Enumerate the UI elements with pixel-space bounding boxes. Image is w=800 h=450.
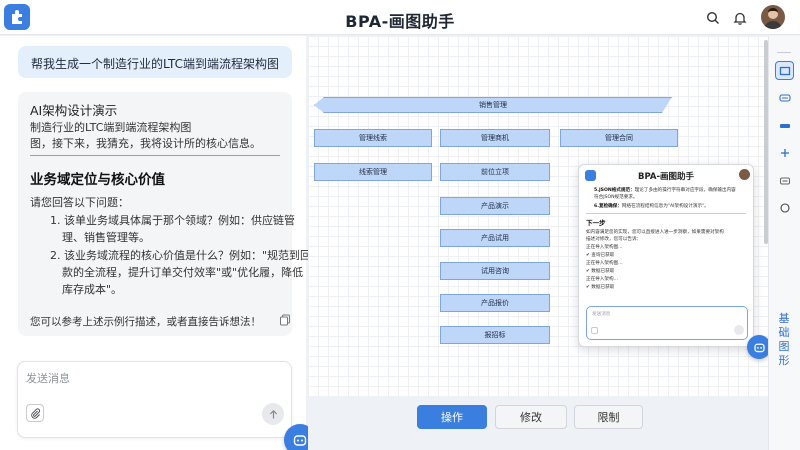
assistant-reply: AI架构设计演示 制造行业的LTC端到端流程架构图 图，接下来，我猜充，我将设计… xyxy=(18,92,311,336)
reply-title: AI架构设计演示 xyxy=(30,103,118,118)
app-header: BPA-画图助手 xyxy=(0,0,800,35)
popup-attach-button[interactable] xyxy=(591,327,598,334)
toolbar-separator xyxy=(777,52,791,53)
send-button[interactable] xyxy=(262,403,284,425)
app-title: BPA-画图助手 xyxy=(345,12,455,31)
diagram-node[interactable]: 报招标 xyxy=(440,326,550,344)
popup-text: 符合JSON规范要求。 xyxy=(594,195,638,200)
popup-step: ✔ 数据已获取 xyxy=(586,269,615,274)
popup-avatar xyxy=(739,169,750,180)
popup-text: 6.复检确保：网络在流程结构信息为"AI架构设计演示"。 xyxy=(594,204,709,209)
bell-icon[interactable] xyxy=(731,9,749,27)
diagram-node[interactable]: 管理线索 xyxy=(314,129,432,147)
diagram-node[interactable]: 产品演示 xyxy=(440,197,550,215)
search-icon[interactable] xyxy=(704,9,722,27)
reply-heading: 业务域定位与核心价值 xyxy=(30,172,165,188)
minus-icon xyxy=(779,177,790,184)
reply-question: 款的全流程，提升订单交付效率"或"优化履，降低 xyxy=(62,266,304,279)
bar-tool-button[interactable] xyxy=(775,116,794,135)
assistant-popup: BPA-画图助手 5.JSON格式规范：理论了多由的操行字符串对应字段，确保输出… xyxy=(578,164,754,347)
restrict-button[interactable]: 限制 xyxy=(574,405,643,429)
circle-icon xyxy=(779,202,790,213)
user-message: 帮我生成一个制造行业的LTC端到端流程架构图 xyxy=(18,46,292,78)
popup-step: 正在导入架构... xyxy=(586,277,618,282)
rectangle-tool-button[interactable] xyxy=(775,61,794,80)
robot-icon xyxy=(753,343,765,352)
chat-panel: 帮我生成一个制造行业的LTC端到端流程架构图 AI架构设计演示 制造行业的LTC… xyxy=(0,36,311,450)
arrow-up-icon xyxy=(269,409,277,418)
diagram-node[interactable]: 前位立项 xyxy=(440,163,550,181)
diagram-node[interactable]: 管理合同 xyxy=(560,129,678,147)
user-avatar[interactable] xyxy=(761,5,785,29)
popup-input-placeholder: 发送消息 xyxy=(592,312,611,317)
reply-line: 图，接下来，我猜充，我将设计所的核心信息。 xyxy=(30,137,261,150)
popup-step: 正在导入架构图... xyxy=(586,245,623,250)
popup-heading: 下一步 xyxy=(586,219,606,227)
popup-step: ✔ 数据已获取 xyxy=(586,285,615,290)
reply-prompt: 请您回答以下问题： xyxy=(30,196,129,209)
reply-question: 理、销售管理等。 xyxy=(62,231,150,244)
paperclip-icon xyxy=(30,407,40,419)
attach-button[interactable] xyxy=(26,404,44,422)
diagram-banner-node[interactable]: 销售管理 xyxy=(314,97,672,113)
robot-icon xyxy=(293,435,307,446)
popup-text: 5.JSON格式规范：理论了多由的操行字符串对应字段，确保输出内容 xyxy=(594,188,736,193)
basic-shapes-tab[interactable]: 基础图形 xyxy=(777,312,791,368)
popup-text: 如内容满足您的实现，您可以直接进入进一步洞察，如果需要对架构 xyxy=(586,230,724,235)
canvas-scrollbar[interactable] xyxy=(764,40,768,244)
popup-step: 正在导入架构图... xyxy=(586,261,623,266)
reply-footer: 您可以参考上述示例行描述，或者直接告诉想法！ xyxy=(30,316,261,328)
reply-line: 制造行业的LTC端到端流程架构图 xyxy=(30,121,192,134)
popup-step: ✔ 查询已获取 xyxy=(586,253,615,258)
chat-input-box xyxy=(17,361,292,438)
operate-button[interactable]: 操作 xyxy=(417,405,487,429)
reply-question: 2. 该业务域流程的核心价值是什么？例如："规范到回 xyxy=(50,249,312,262)
rounded-rect-tool-button[interactable] xyxy=(775,88,794,107)
plus-icon xyxy=(780,148,789,157)
popup-text: 描述对修改，您可以告诉： xyxy=(586,237,642,242)
plus-tool-button[interactable] xyxy=(775,143,794,162)
popup-send-button[interactable] xyxy=(734,325,744,335)
rounded-rect-icon xyxy=(778,93,791,102)
copy-icon[interactable] xyxy=(279,311,291,326)
chat-input[interactable] xyxy=(26,370,284,394)
popup-divider xyxy=(586,213,746,214)
diagram-node[interactable]: 管理商机 xyxy=(440,129,550,147)
popup-input[interactable]: 发送消息 xyxy=(586,306,748,340)
diagram-node[interactable]: 产品试用 xyxy=(440,229,550,247)
revise-button[interactable]: 修改 xyxy=(495,405,567,429)
circle-tool-button[interactable] xyxy=(775,198,794,217)
popup-title: BPA-画图助手 xyxy=(637,172,695,182)
minus-tool-button[interactable] xyxy=(775,171,794,190)
diagram-node[interactable]: 试用咨询 xyxy=(440,262,550,280)
rectangle-icon xyxy=(779,66,790,75)
diagram-node[interactable]: 线索管理 xyxy=(314,163,432,181)
bar-icon xyxy=(779,123,790,128)
diagram-node[interactable]: 产品报价 xyxy=(440,294,550,312)
reply-divider xyxy=(30,155,280,156)
reply-question: 库存成本"。 xyxy=(62,283,123,296)
reply-question: 1. 该单业务域具体属于那个领域？例如：供应链管 xyxy=(50,214,295,227)
